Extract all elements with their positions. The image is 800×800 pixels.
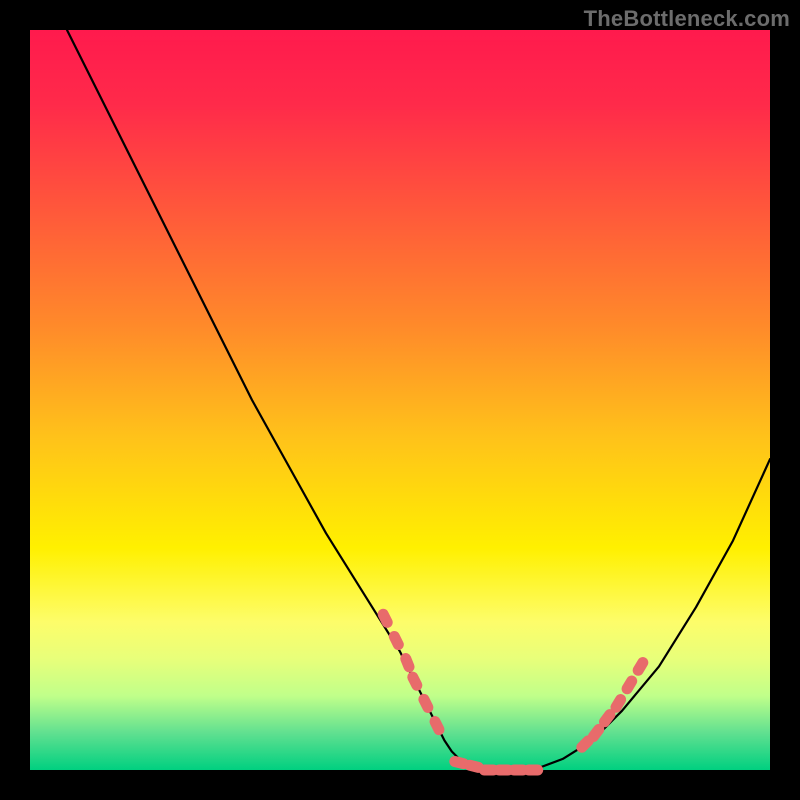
marker-pill xyxy=(387,629,406,652)
marker-dots xyxy=(376,607,651,776)
marker-pill xyxy=(417,692,436,715)
marker-pill xyxy=(428,714,447,737)
bottleneck-curve xyxy=(67,30,770,770)
marker-pill xyxy=(523,765,543,776)
watermark-label: TheBottleneck.com xyxy=(584,6,790,32)
chart-svg xyxy=(30,30,770,770)
marker-pill xyxy=(631,655,651,678)
chart-frame: TheBottleneck.com xyxy=(0,0,800,800)
marker-pill xyxy=(405,670,424,693)
